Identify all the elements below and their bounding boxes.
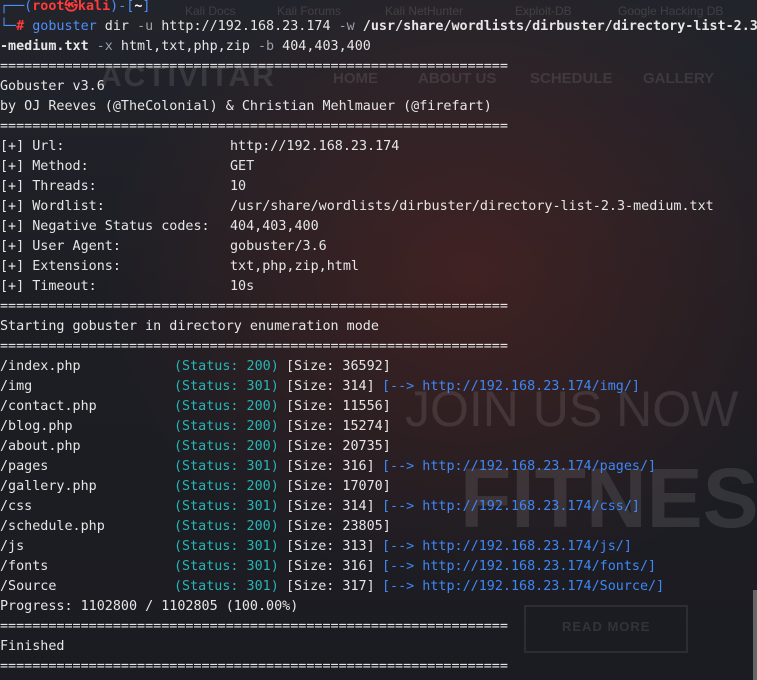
result-path: /fonts [0,559,49,574]
result-size: [Size: 313] [286,539,375,554]
result-status: (Status: 200) [174,419,279,434]
config-value: gobuster/3.6 [230,239,327,254]
progress-line: Progress: 1102800 / 1102805 (100.00%) [0,599,299,614]
result-size: [Size: 316] [286,559,375,574]
result-redirect: [--> http://192.168.23.174/css/] [382,499,640,514]
result-row: /schedule.php (Status: 200) [Size: 23805] [0,517,757,537]
config-key: [+] Negative Status codes: [0,219,210,234]
result-size: [Size: 314] [286,499,375,514]
config-key: [+] Threads: [0,179,97,194]
result-status: (Status: 301) [174,499,279,514]
result-row: /index.php (Status: 200) [Size: 36592] [0,357,757,377]
prompt-line: ┌──(root㉿kali)-[~] [0,0,151,14]
result-status: (Status: 200) [174,519,279,534]
command-line-wrap: -medium.txt -x html,txt,php,zip -b 404,4… [0,39,371,54]
config-value: GET [230,159,255,174]
config-value: 404,403,400 [230,219,319,234]
result-status: (Status: 301) [174,459,279,474]
result-row: /gallery.php (Status: 200) [Size: 17070] [0,477,757,497]
result-size: [Size: 15274] [286,419,391,434]
result-path: /about.php [0,439,81,454]
command-program: gobuster [32,19,97,34]
separator: ========================================… [0,119,508,134]
config-key: [+] Wordlist: [0,199,105,214]
result-path: /pages [0,459,49,474]
result-path: /gallery.php [0,479,97,494]
config-key: [+] Extensions: [0,259,121,274]
result-size: [Size: 17070] [286,479,391,494]
banner-authors: by OJ Reeves (@TheColonial) & Christian … [0,99,492,114]
result-status: (Status: 200) [174,439,279,454]
result-size: [Size: 20735] [286,439,391,454]
result-path: /js [0,539,25,554]
separator: ========================================… [0,619,508,634]
prompt-user: root [32,0,65,14]
prompt-symbol: # [16,19,25,34]
result-path: /contact.php [0,399,97,414]
result-size: [Size: 317] [286,579,375,594]
result-size: [Size: 23805] [286,519,391,534]
result-row: /css (Status: 301) [Size: 314] [--> http://… [0,497,757,517]
separator: ========================================… [0,659,508,674]
banner-title: Gobuster v3.6 [0,79,105,94]
config-key: [+] Url: [0,139,65,154]
config-key: [+] User Agent: [0,239,121,254]
result-size: [Size: 36592] [286,359,391,374]
result-size: [Size: 316] [286,459,375,474]
result-redirect: [--> http://192.168.23.174/pages/] [382,459,657,474]
command-wordlist: /usr/share/wordlists/dirbuster/directory… [354,19,757,34]
result-status: (Status: 301) [174,539,279,554]
result-redirect: [--> http://192.168.23.174/fonts/] [382,559,657,574]
separator: ========================================… [0,299,508,314]
config-key: [+] Timeout: [0,279,97,294]
result-status: (Status: 200) [174,359,279,374]
config-value: http://192.168.23.174 [230,139,400,154]
result-status: (Status: 200) [174,479,279,494]
result-row: /img (Status: 301) [Size: 314] [--> http://… [0,377,757,397]
result-row: /about.php (Status: 200) [Size: 20735] [0,437,757,457]
result-redirect: [--> http://192.168.23.174/img/] [382,379,640,394]
separator: ========================================… [0,339,508,354]
result-row: /contact.php (Status: 200) [Size: 11556] [0,397,757,417]
config-value: /usr/share/wordlists/dirbuster/directory… [230,199,714,214]
result-row: /fonts (Status: 301) [Size: 316] [--> http:… [0,557,757,577]
config-value: 10 [230,179,247,194]
result-status: (Status: 301) [174,559,279,574]
result-path: /Source [0,579,57,594]
result-row: /blog.php (Status: 200) [Size: 15274] [0,417,757,437]
result-path: /img [0,379,33,394]
result-status: (Status: 200) [174,399,279,414]
result-path: /blog.php [0,419,73,434]
result-redirect: [--> http://192.168.23.174/Source/] [382,579,665,594]
result-row: /js (Status: 301) [Size: 313] [--> http://1… [0,537,757,557]
config-value: 10s [230,279,255,294]
result-row: /pages (Status: 301) [Size: 316] [--> http:… [0,457,757,477]
terminal-scrollbar[interactable] [753,590,757,680]
command-line: └─# gobuster dir -u http://192.168.23.17… [0,19,757,34]
result-status: (Status: 301) [174,379,279,394]
result-redirect: [--> http://192.168.23.174/js/] [382,539,632,554]
result-path: /schedule.php [0,519,105,534]
result-status: (Status: 301) [174,579,279,594]
terminal-output: ┌──(root㉿kali)-[~] └─# gobuster dir -u h… [0,0,757,680]
config-value: txt,php,zip,html [230,259,359,274]
result-path: /css [0,499,33,514]
config-key: [+] Method: [0,159,89,174]
result-path: /index.php [0,359,81,374]
finished-line: Finished [0,639,65,654]
result-size: [Size: 11556] [286,399,391,414]
result-size: [Size: 314] [286,379,375,394]
separator: ========================================… [0,59,508,74]
result-row: /Source (Status: 301) [Size: 317] [--> http… [0,577,757,597]
prompt-host: kali [77,0,111,14]
start-message: Starting gobuster in directory enumerati… [0,319,379,334]
